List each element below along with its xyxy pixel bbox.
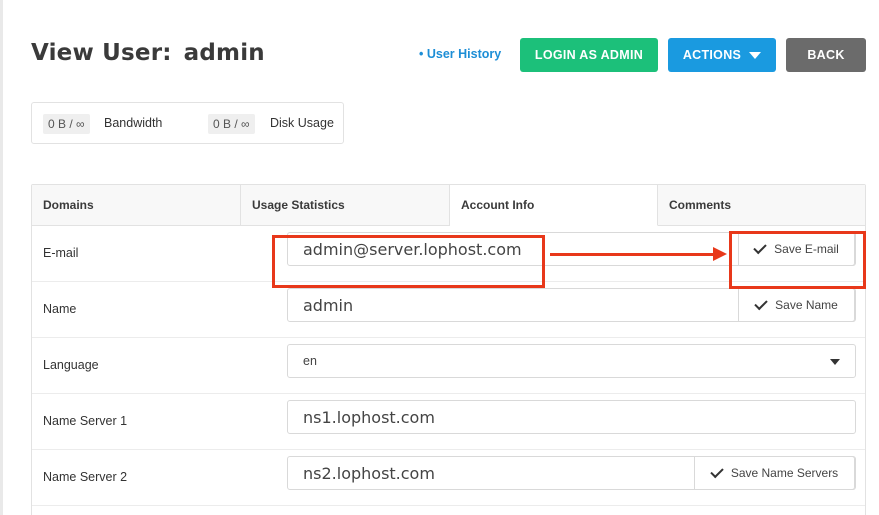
name-label: Name	[43, 302, 77, 316]
language-label: Language	[43, 358, 99, 372]
arrow-right-icon	[713, 247, 727, 261]
language-value: en	[303, 354, 317, 368]
actions-dropdown-button[interactable]: ACTIONS	[668, 38, 776, 72]
name-row: Name admin Save Name	[32, 282, 865, 338]
check-icon	[710, 464, 724, 478]
name-server-2-value: ns2.lophost.com	[303, 463, 435, 483]
bandwidth-label: Bandwidth	[104, 116, 163, 130]
save-email-highlight-annotation	[729, 231, 866, 289]
disk-usage-label: Disk Usage	[270, 116, 334, 130]
left-edge-divider	[0, 0, 3, 515]
name-server-2-row: Name Server 2 ns2.lophost.com Save Name …	[32, 450, 865, 506]
usage-summary: 0 B / ∞ Bandwidth 0 B / ∞ Disk Usage	[31, 102, 344, 144]
tab-bar: Domains Usage Statistics Account Info Co…	[32, 185, 865, 226]
language-row: Language en	[32, 338, 865, 394]
back-button[interactable]: BACK	[786, 38, 866, 72]
tab-account-info[interactable]: Account Info	[450, 185, 658, 226]
disk-usage-value-badge: 0 B / ∞	[208, 114, 255, 134]
language-select[interactable]: en	[287, 344, 856, 378]
name-server-1-value: ns1.lophost.com	[303, 407, 435, 427]
name-server-1-label: Name Server 1	[43, 414, 128, 428]
chevron-down-icon	[830, 359, 840, 365]
chevron-down-icon	[749, 51, 762, 59]
back-label: BACK	[807, 48, 845, 62]
save-name-button[interactable]: Save Name	[738, 288, 855, 322]
tab-usage-statistics[interactable]: Usage Statistics	[241, 185, 450, 226]
page-title: View User: admin	[31, 40, 265, 66]
tab-comments[interactable]: Comments	[658, 185, 865, 226]
name-server-1-row: Name Server 1 ns1.lophost.com	[32, 394, 865, 450]
page-title-username: admin	[183, 40, 265, 66]
user-history-link[interactable]: • User History	[419, 47, 501, 61]
save-name-label: Save Name	[775, 298, 838, 312]
email-highlight-annotation	[272, 235, 545, 288]
bandwidth-value-badge: 0 B / ∞	[43, 114, 90, 134]
login-as-admin-button[interactable]: LOGIN AS ADMIN	[520, 38, 658, 72]
name-server-1-field[interactable]: ns1.lophost.com	[287, 400, 856, 434]
name-value: admin	[303, 295, 354, 315]
email-label: E-mail	[43, 246, 79, 260]
name-server-2-field[interactable]: ns2.lophost.com Save Name Servers	[287, 456, 856, 490]
name-server-2-label: Name Server 2	[43, 470, 128, 484]
annotation-arrow-line	[550, 253, 718, 256]
name-field[interactable]: admin Save Name	[287, 288, 856, 322]
check-icon	[754, 296, 768, 310]
save-name-servers-label: Save Name Servers	[730, 466, 839, 480]
actions-label: ACTIONS	[682, 48, 742, 62]
save-name-servers-button[interactable]: Save Name Servers	[694, 456, 855, 490]
tab-domains[interactable]: Domains	[32, 185, 241, 226]
login-as-admin-label: LOGIN AS ADMIN	[534, 48, 644, 62]
page-title-prefix: View User:	[31, 40, 172, 66]
